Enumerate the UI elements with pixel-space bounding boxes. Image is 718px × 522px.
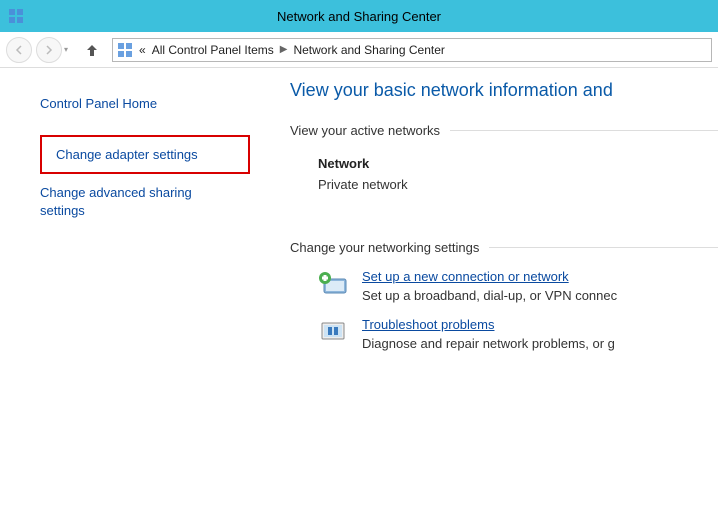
address-bar[interactable]: « All Control Panel Items ▶ Network and … (112, 38, 712, 62)
app-icon (8, 8, 24, 24)
up-button[interactable] (80, 38, 104, 62)
back-button[interactable] (6, 37, 32, 63)
sidebar: Control Panel Home Change adapter settin… (0, 68, 290, 522)
network-block: Network Private network (318, 156, 718, 192)
content-area: Control Panel Home Change adapter settin… (0, 68, 718, 522)
active-networks-heading: View your active networks (290, 123, 718, 138)
troubleshoot-icon (318, 317, 350, 349)
change-adapter-settings-link[interactable]: Change adapter settings (56, 147, 234, 162)
breadcrumb-prefix: « (139, 43, 146, 57)
active-networks-label: View your active networks (290, 123, 440, 138)
action-setup-connection: Set up a new connection or network Set u… (318, 269, 718, 303)
control-panel-home-link[interactable]: Control Panel Home (40, 96, 280, 111)
page-title: View your basic network information and (290, 80, 718, 101)
change-settings-heading: Change your networking settings (290, 240, 718, 255)
divider (450, 130, 718, 131)
setup-connection-link[interactable]: Set up a new connection or network (362, 269, 617, 284)
change-settings-label: Change your networking settings (290, 240, 479, 255)
highlight-box: Change adapter settings (40, 135, 250, 174)
chevron-right-icon[interactable]: ▶ (280, 44, 288, 55)
breadcrumb-part2[interactable]: Network and Sharing Center (293, 43, 444, 57)
network-type: Private network (318, 177, 718, 192)
window-title: Network and Sharing Center (277, 9, 441, 24)
troubleshoot-link[interactable]: Troubleshoot problems (362, 317, 615, 332)
troubleshoot-desc: Diagnose and repair network problems, or… (362, 336, 615, 351)
divider (489, 247, 718, 248)
forward-button[interactable] (36, 37, 62, 63)
new-connection-icon (318, 269, 350, 301)
setup-connection-desc: Set up a broadband, dial-up, or VPN conn… (362, 288, 617, 303)
nav-toolbar: ▾ « All Control Panel Items ▶ Network an… (0, 32, 718, 68)
change-advanced-sharing-link[interactable]: Change advanced sharing settings (40, 184, 240, 220)
network-name[interactable]: Network (318, 156, 718, 171)
history-dropdown-icon[interactable]: ▾ (64, 45, 68, 54)
titlebar: Network and Sharing Center (0, 0, 718, 32)
action-troubleshoot: Troubleshoot problems Diagnose and repai… (318, 317, 718, 351)
control-panel-icon (117, 42, 133, 58)
main-panel: View your basic network information and … (290, 68, 718, 522)
breadcrumb-part1[interactable]: All Control Panel Items (152, 43, 274, 57)
